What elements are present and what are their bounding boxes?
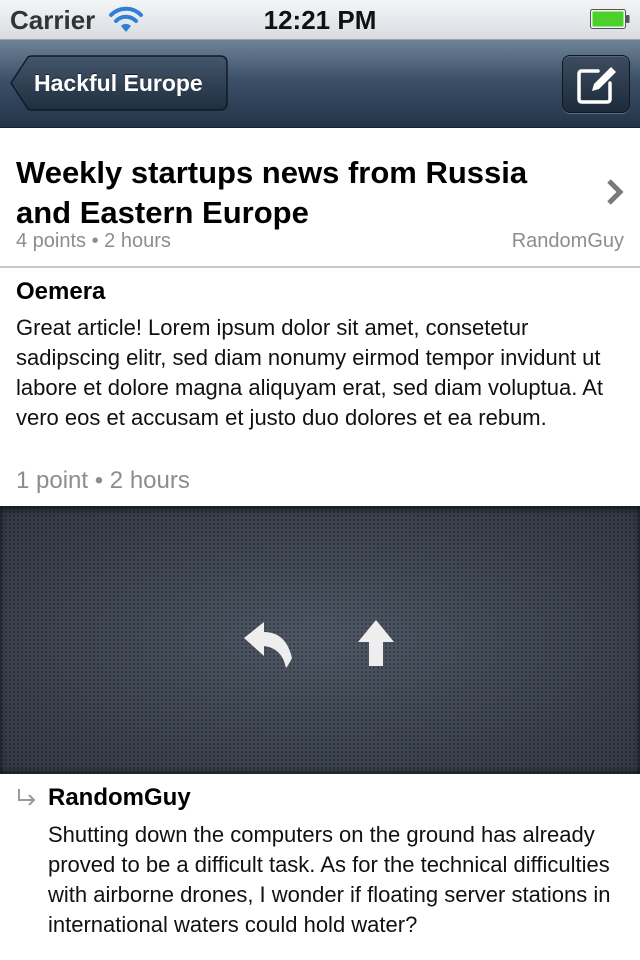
comment-item[interactable]: RandomGuy Shutting down the computers on… (0, 774, 640, 960)
story-meta: 4 points • 2 hours (16, 230, 171, 252)
comment-author: Oemera (16, 278, 106, 305)
comment-text: Great article! Lorem ipsum dolor sit ame… (16, 315, 604, 430)
navigation-bar: Hackful Europe (0, 40, 640, 128)
comment-item[interactable]: Oemera Great article! Lorem ipsum dolor … (0, 268, 640, 506)
comment-action-panel (0, 506, 640, 774)
reply-indent-icon (18, 789, 36, 806)
back-button-label: Hackful Europe (34, 70, 203, 96)
compose-icon (577, 67, 616, 104)
compose-button[interactable] (562, 55, 630, 113)
story-header[interactable]: Weekly startups news from Russia and Eas… (0, 128, 640, 268)
status-time: 12:21 PM (263, 5, 377, 35)
comment-meta: 1 point • 2 hours (16, 467, 190, 494)
story-author: RandomGuy (511, 230, 624, 252)
battery-icon (590, 9, 630, 29)
status-bar: Carrier 12:21 PM (0, 0, 640, 40)
back-button[interactable]: Hackful Europe (10, 55, 228, 111)
reply-icon[interactable] (242, 620, 294, 668)
comment-author: RandomGuy (48, 784, 191, 811)
story-title: Weekly startups news from Russia and Eas… (16, 155, 528, 230)
chevron-right-icon (607, 179, 624, 205)
upvote-arrow-icon[interactable] (356, 618, 396, 668)
comment-text: Shutting down the computers on the groun… (48, 822, 611, 937)
